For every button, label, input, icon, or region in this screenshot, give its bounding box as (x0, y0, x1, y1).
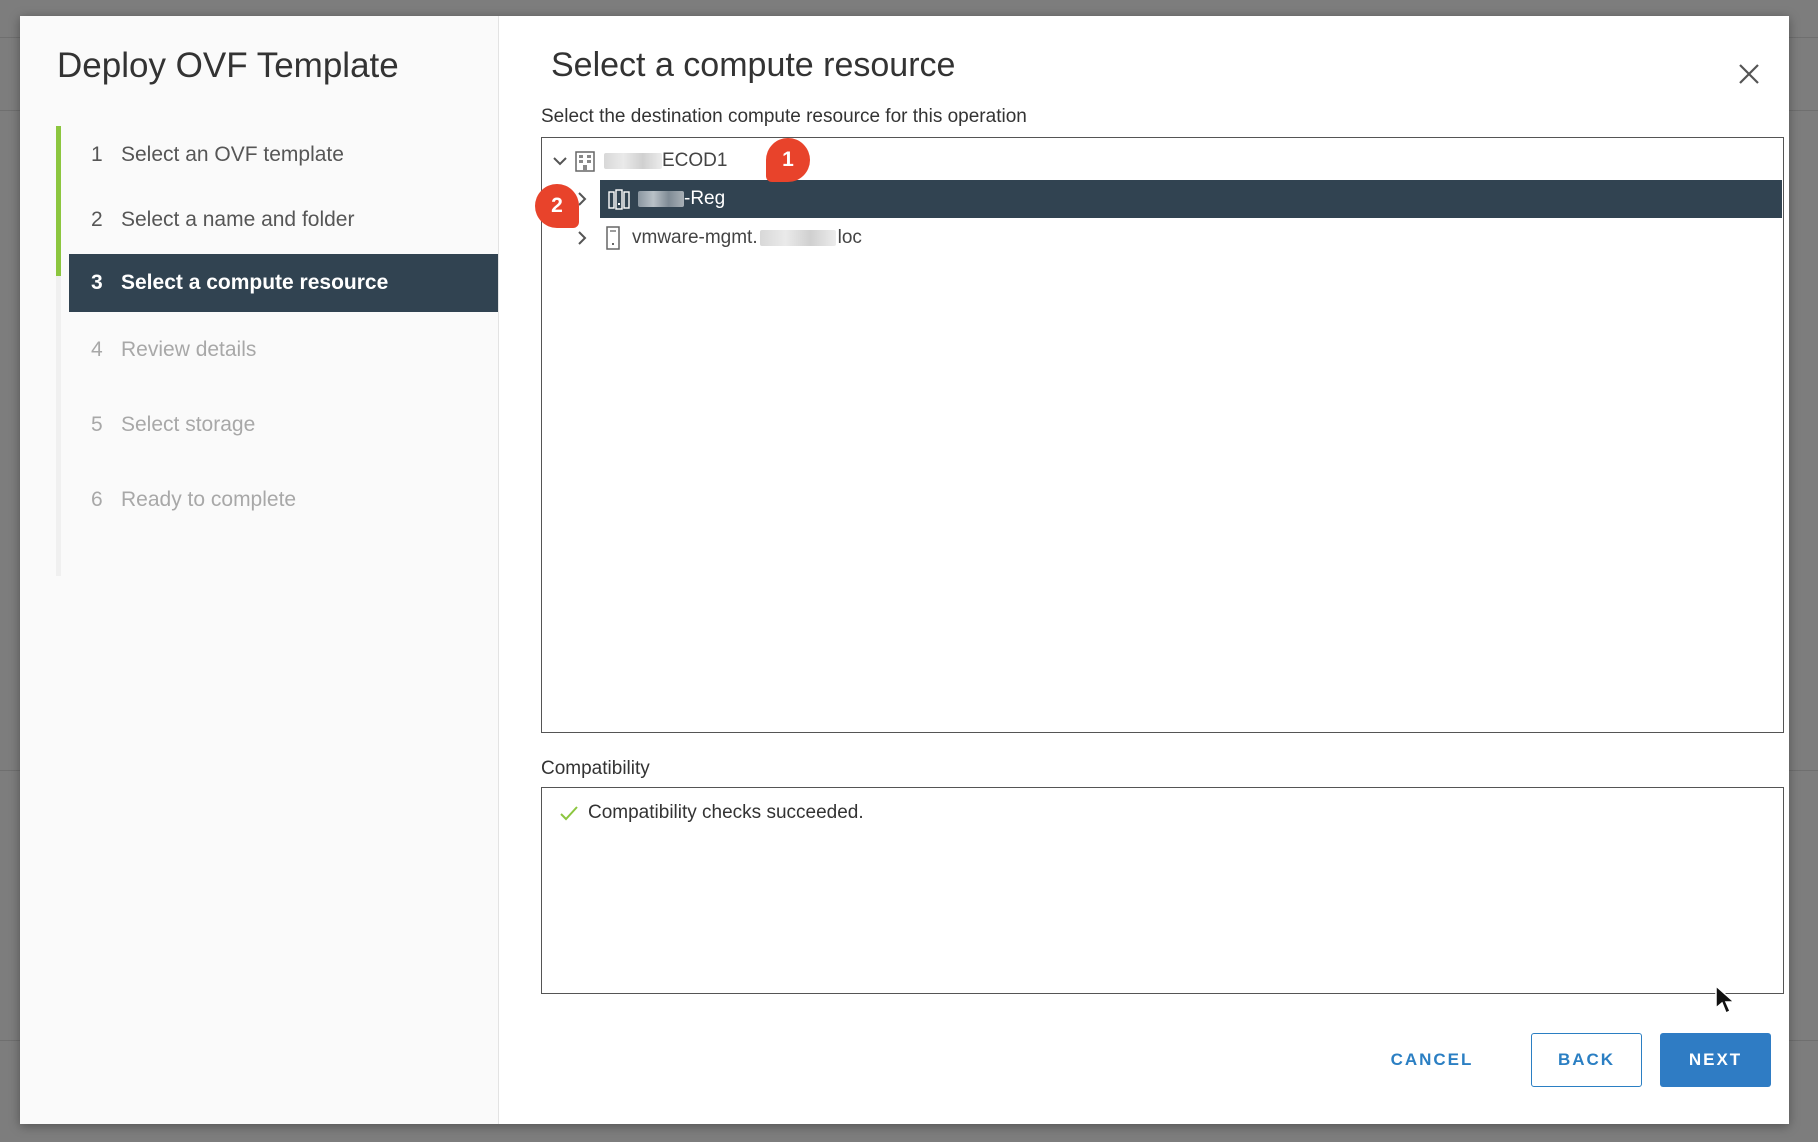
step-number: 6 (91, 488, 103, 511)
tree-node-datacenter[interactable]: ECOD1 (550, 142, 1770, 180)
step-select-name-folder[interactable]: 2 Select a name and folder (69, 191, 498, 249)
remaining-steps-bar (56, 276, 61, 576)
cluster-icon (608, 187, 630, 211)
page-title: Select a compute resource (551, 46, 956, 84)
step-label: Select a name and folder (121, 208, 355, 231)
redacted-text (638, 191, 684, 207)
compatibility-status: Compatibility checks succeeded. (558, 802, 864, 824)
step-number: 3 (91, 271, 103, 294)
page-subtitle: Select the destination compute resource … (541, 106, 1027, 127)
datacenter-icon (574, 149, 596, 173)
step-label: Select a compute resource (121, 271, 389, 294)
step-select-storage: 5 Select storage (69, 396, 498, 454)
tree-node-label-prefix: vmware-mgmt. (632, 227, 758, 248)
next-button[interactable]: NEXT (1660, 1033, 1771, 1087)
step-label: Select storage (121, 413, 256, 436)
completed-steps-bar (56, 126, 61, 276)
redacted-text (604, 153, 662, 169)
mouse-cursor-icon (1715, 984, 1736, 1015)
step-label: Review details (121, 338, 257, 361)
tree-node-label: ECOD1 (662, 150, 728, 171)
host-icon (602, 226, 624, 250)
annotation-callout-2: 2 (535, 184, 579, 228)
step-label: Ready to complete (121, 488, 297, 511)
step-number: 5 (91, 413, 103, 436)
close-button[interactable] (1731, 56, 1767, 92)
tree-node-label-suffix: loc (837, 227, 862, 248)
step-select-ovf-template[interactable]: 1 Select an OVF template (69, 126, 498, 184)
check-icon (560, 806, 578, 821)
redacted-text (759, 230, 836, 246)
annotation-callout-1: 1 (766, 138, 810, 182)
step-ready-to-complete: 6 Ready to complete (69, 471, 498, 529)
compute-resource-tree[interactable]: ECOD1 -Reg vmware-mgmt. loc (541, 137, 1784, 733)
deploy-ovf-dialog: Deploy OVF Template 1 Select an OVF temp… (20, 16, 1789, 1124)
step-review-details: 4 Review details (69, 321, 498, 379)
wizard-title: Deploy OVF Template (57, 46, 399, 85)
chevron-down-icon[interactable] (550, 151, 570, 171)
step-select-compute-resource[interactable]: 3 Select a compute resource (69, 254, 498, 312)
tree-node-cluster[interactable]: -Reg (600, 180, 1782, 218)
step-number: 4 (91, 338, 103, 361)
back-button[interactable]: BACK (1531, 1033, 1642, 1087)
tree-node-host[interactable]: vmware-mgmt. loc (572, 219, 1772, 257)
compatibility-label: Compatibility (541, 758, 650, 779)
close-icon (1739, 64, 1759, 84)
step-number: 2 (91, 208, 103, 231)
wizard-content: Select a compute resource Select the des… (499, 16, 1789, 1124)
chevron-right-icon[interactable] (572, 228, 592, 248)
cancel-button[interactable]: CANCEL (1357, 1033, 1507, 1087)
step-label: Select an OVF template (121, 143, 344, 166)
wizard-nav: Deploy OVF Template 1 Select an OVF temp… (20, 16, 499, 1124)
tree-node-label: -Reg (684, 188, 726, 209)
step-number: 1 (91, 143, 103, 166)
compatibility-panel: Compatibility checks succeeded. (541, 787, 1784, 994)
compatibility-message: Compatibility checks succeeded. (588, 802, 864, 823)
